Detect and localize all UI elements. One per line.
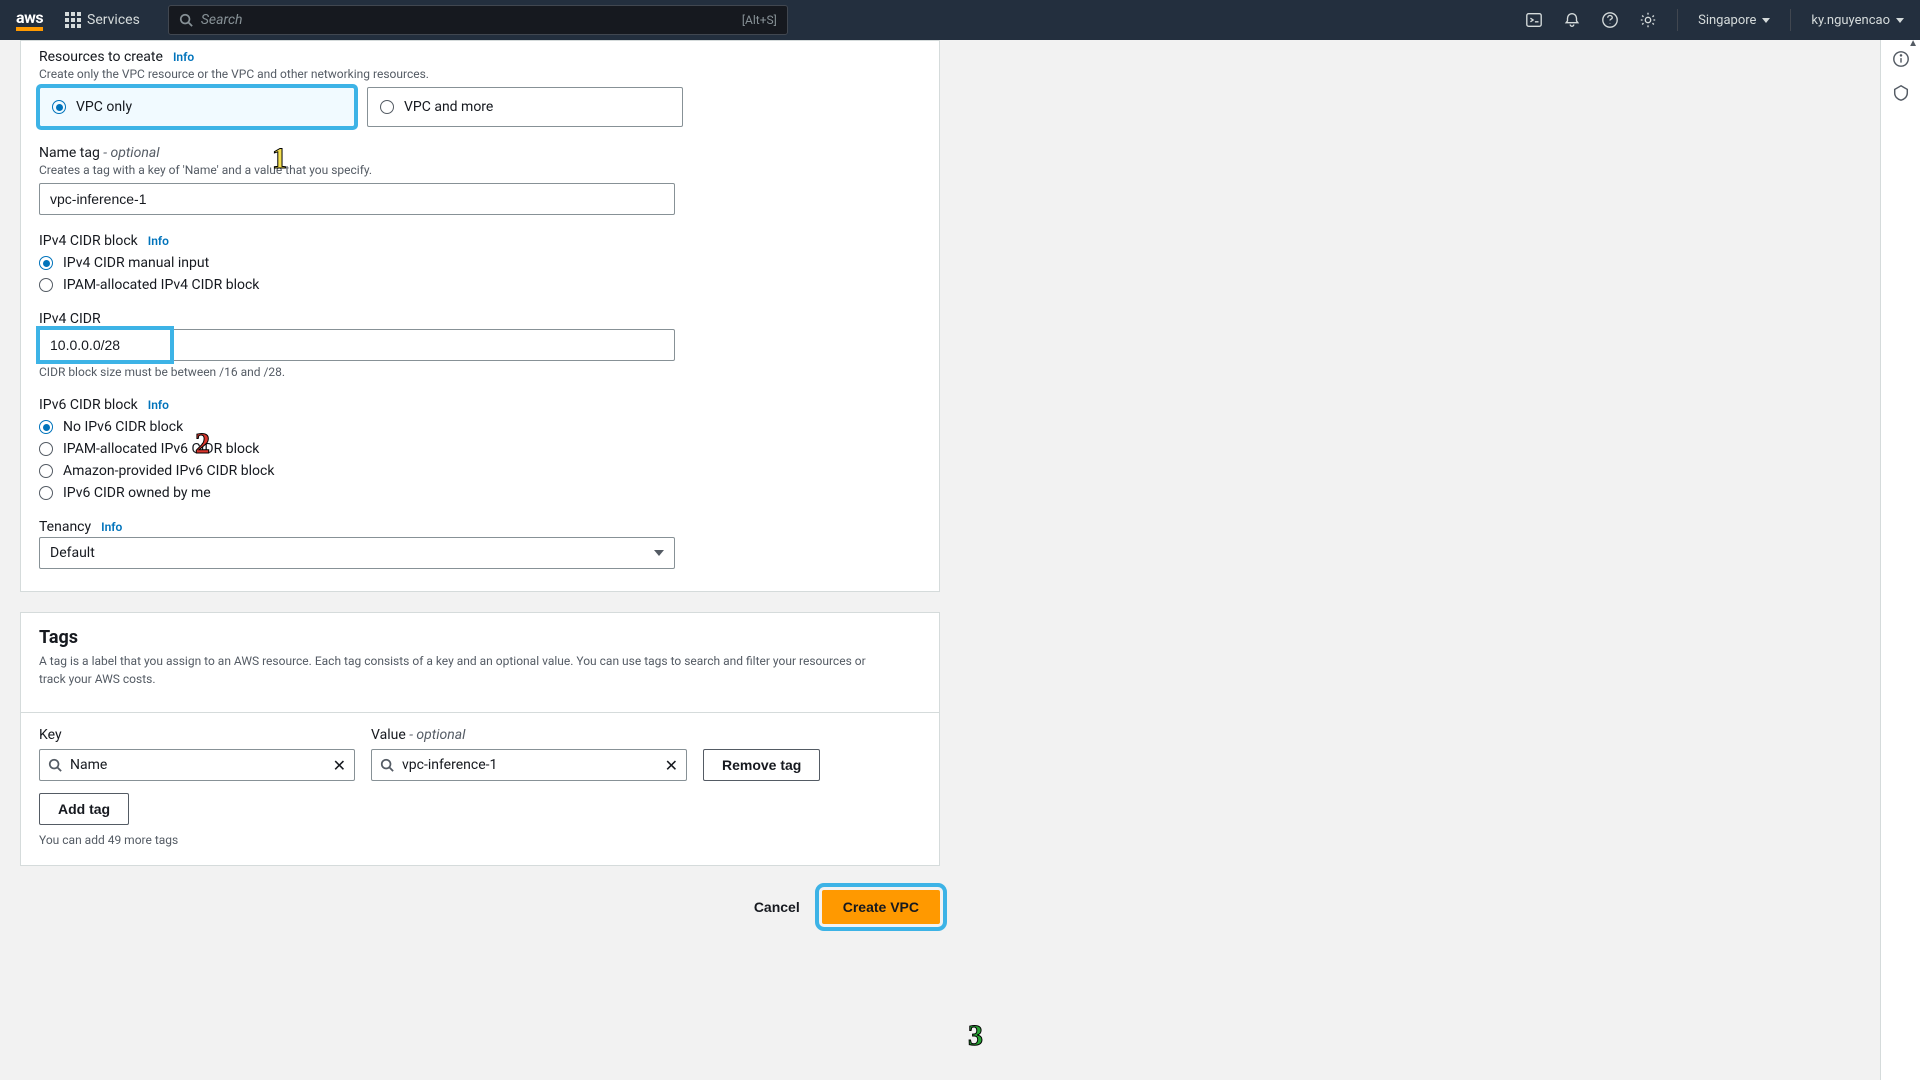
name-tag-section: Name tag - optional Creates a tag with a…	[39, 145, 921, 215]
notifications-icon[interactable]	[1563, 11, 1581, 29]
search-icon	[380, 758, 394, 772]
chevron-down-icon	[1896, 18, 1904, 23]
resources-hint: Create only the VPC resource or the VPC …	[39, 67, 921, 81]
ipv4-manual-label: IPv4 CIDR manual input	[63, 255, 209, 271]
ipv4-ipam-label: IPAM-allocated IPv4 CIDR block	[63, 277, 259, 293]
tags-description: A tag is a label that you assign to an A…	[39, 652, 921, 688]
audit-panel-icon[interactable]	[1892, 84, 1910, 102]
annotation-callout-2: 2	[195, 427, 210, 461]
ipv6-none-radio[interactable]: No IPv6 CIDR block	[39, 419, 921, 435]
form-footer: Cancel Create VPC	[20, 886, 940, 936]
tags-panel: Tags A tag is a label that you assign to…	[20, 612, 940, 866]
right-side-dock: ▲	[1880, 40, 1920, 1080]
tenancy-select[interactable]: Default	[39, 537, 675, 569]
tag-key-label: Key	[39, 727, 355, 743]
ipv6-amazon-label: Amazon-provided IPv6 CIDR block	[63, 463, 274, 479]
clear-icon[interactable]: ✕	[665, 756, 678, 775]
tenancy-label: Tenancy	[39, 519, 91, 535]
aws-logo[interactable]: aws	[16, 10, 43, 31]
ipv4-cidr-input[interactable]	[40, 330, 170, 360]
help-icon[interactable]	[1601, 11, 1619, 29]
ipv4-block-section: IPv4 CIDR block Info IPv4 CIDR manual in…	[39, 233, 921, 293]
resources-info-link[interactable]: Info	[173, 50, 194, 64]
radio-icon	[39, 420, 53, 434]
ipv4-manual-radio[interactable]: IPv4 CIDR manual input	[39, 255, 921, 271]
ipv4-cidr-section: IPv4 CIDR CIDR block size must be betwee…	[39, 311, 921, 379]
option-vpc-only[interactable]: VPC only	[39, 87, 355, 127]
global-search-input[interactable]: Search [Alt+S]	[168, 5, 788, 35]
option-vpc-and-more-label: VPC and more	[404, 99, 493, 115]
tenancy-info-link[interactable]: Info	[101, 520, 122, 534]
ipv6-ipam-radio[interactable]: IPAM-allocated IPv6 CIDR block	[39, 441, 921, 457]
chevron-down-icon	[654, 550, 664, 556]
radio-icon	[52, 100, 66, 114]
option-vpc-and-more[interactable]: VPC and more	[367, 87, 683, 127]
ipv6-owned-label: IPv6 CIDR owned by me	[63, 485, 211, 501]
add-tag-button[interactable]: Add tag	[39, 793, 129, 825]
tag-key-value: Name	[70, 757, 325, 773]
ipv6-block-info-link[interactable]: Info	[148, 398, 169, 412]
option-vpc-only-label: VPC only	[76, 99, 132, 115]
ipv4-block-label: IPv4 CIDR block	[39, 233, 138, 249]
region-label: Singapore	[1698, 13, 1756, 28]
cancel-button[interactable]: Cancel	[748, 891, 806, 923]
ipv6-block-label: IPv6 CIDR block	[39, 397, 138, 413]
resources-label: Resources to create	[39, 49, 163, 65]
ipv6-ipam-label: IPAM-allocated IPv6 CIDR block	[63, 441, 259, 457]
top-navigation: aws Services Search [Alt+S] Singapore	[0, 0, 1920, 40]
ipv4-ipam-radio[interactable]: IPAM-allocated IPv4 CIDR block	[39, 277, 921, 293]
search-icon	[179, 13, 193, 27]
chevron-down-icon	[1762, 18, 1770, 23]
ipv6-owned-radio[interactable]: IPv6 CIDR owned by me	[39, 485, 921, 501]
clear-icon[interactable]: ✕	[333, 756, 346, 775]
radio-icon	[39, 442, 53, 456]
tag-value-input[interactable]: vpc-inference-1 ✕	[371, 749, 687, 781]
tenancy-value: Default	[50, 545, 95, 561]
ipv4-block-info-link[interactable]: Info	[148, 234, 169, 248]
tag-key-input[interactable]: Name ✕	[39, 749, 355, 781]
search-icon	[48, 758, 62, 772]
user-menu[interactable]: ky.nguyencao	[1811, 13, 1904, 28]
name-tag-input[interactable]	[39, 183, 675, 215]
annotation-callout-3: 3	[968, 1019, 983, 1053]
ipv6-block-section: IPv6 CIDR block Info No IPv6 CIDR block …	[39, 397, 921, 501]
name-tag-label: Name tag - optional	[39, 145, 160, 161]
radio-icon	[39, 464, 53, 478]
search-placeholder: Search	[201, 12, 742, 28]
radio-icon	[39, 486, 53, 500]
annotation-callout-1: 1	[272, 142, 287, 176]
cloudshell-icon[interactable]	[1525, 11, 1543, 29]
tag-value-value: vpc-inference-1	[402, 757, 657, 773]
ipv4-cidr-label: IPv4 CIDR	[39, 311, 101, 327]
create-vpc-button[interactable]: Create VPC	[822, 890, 940, 924]
services-label: Services	[87, 12, 140, 28]
settings-icon[interactable]	[1639, 11, 1657, 29]
radio-icon	[39, 256, 53, 270]
info-panel-icon[interactable]	[1892, 50, 1910, 68]
ipv6-amazon-radio[interactable]: Amazon-provided IPv6 CIDR block	[39, 463, 921, 479]
services-menu-button[interactable]: Services	[59, 6, 146, 34]
tag-value-label: Value - optional	[371, 727, 687, 743]
tags-title: Tags	[39, 627, 921, 648]
search-shortcut-hint: [Alt+S]	[742, 13, 777, 27]
resources-to-create-section: Resources to create Info Create only the…	[39, 49, 921, 127]
ipv6-none-label: No IPv6 CIDR block	[63, 419, 183, 435]
ipv4-cidr-hint: CIDR block size must be between /16 and …	[39, 365, 921, 379]
nav-separator	[1790, 9, 1791, 31]
radio-icon	[380, 100, 394, 114]
name-tag-hint: Creates a tag with a key of 'Name' and a…	[39, 163, 921, 177]
radio-icon	[39, 278, 53, 292]
nav-separator	[1677, 9, 1678, 31]
tenancy-section: Tenancy Info Default	[39, 519, 921, 569]
remove-tag-button[interactable]: Remove tag	[703, 749, 820, 781]
region-selector[interactable]: Singapore	[1698, 13, 1770, 28]
tags-footnote: You can add 49 more tags	[39, 833, 921, 847]
grid-icon	[65, 12, 81, 28]
vpc-settings-panel: Resources to create Info Create only the…	[20, 40, 940, 592]
collapse-icon[interactable]: ▲	[1908, 38, 1918, 49]
user-label: ky.nguyencao	[1811, 13, 1890, 28]
